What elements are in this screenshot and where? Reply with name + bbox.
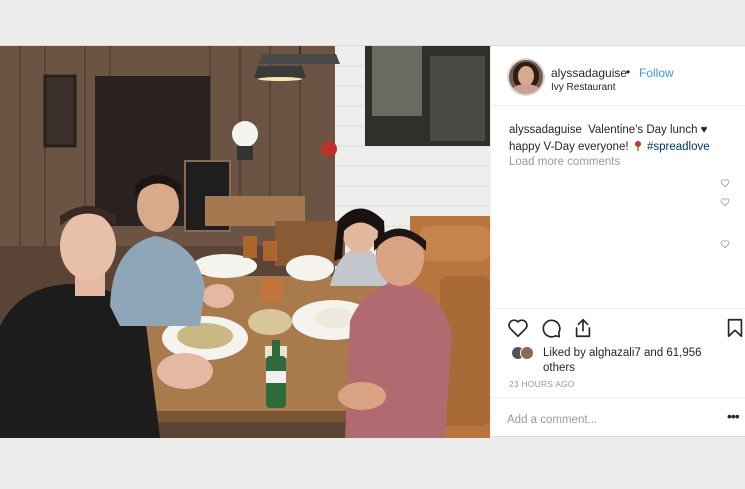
post-sidebar: alyssadaguise • Follow Ivy Restaurant al… <box>490 46 745 438</box>
post-actions: Liked by alghazali7 and 61,956 others 23… <box>491 308 745 438</box>
post-header: alyssadaguise • Follow Ivy Restaurant <box>491 46 745 106</box>
comment-like-heart-icon[interactable] <box>720 197 730 207</box>
location-link[interactable]: Ivy Restaurant <box>551 82 615 93</box>
caption-hashtag[interactable]: #spreadlove <box>647 141 710 153</box>
restaurant-photo <box>0 46 490 438</box>
avatar[interactable] <box>507 58 545 96</box>
likes-summary[interactable]: Liked by alghazali7 and 61,956 others <box>509 345 739 374</box>
more-options-button[interactable]: ••• <box>727 408 740 424</box>
follow-separator: • <box>626 65 631 79</box>
comment-box: ••• <box>491 397 745 439</box>
avatar-face <box>518 66 534 86</box>
comment-like-heart-icon[interactable] <box>720 239 730 249</box>
avatar-body <box>511 84 541 94</box>
heart-icon[interactable] <box>507 317 529 339</box>
comment-input[interactable] <box>507 411 707 429</box>
liker-avatar <box>520 346 534 360</box>
rose-icon <box>634 141 641 151</box>
comment-icon[interactable] <box>540 317 562 339</box>
author-username[interactable]: alyssadaguise <box>551 66 627 80</box>
share-icon[interactable] <box>572 317 594 339</box>
post-photo[interactable] <box>0 46 490 438</box>
caption-username[interactable]: alyssadaguise <box>509 124 582 136</box>
instagram-post: alyssadaguise • Follow Ivy Restaurant al… <box>0 45 745 438</box>
follow-button[interactable]: Follow <box>639 66 674 80</box>
load-more-comments-button[interactable]: Load more comments <box>509 156 620 168</box>
caption: alyssadaguise Valentine's Day lunch ♥ ha… <box>509 122 735 156</box>
bookmark-icon[interactable] <box>724 317 745 339</box>
post-timestamp[interactable]: 23 HOURS AGO <box>509 379 575 389</box>
likes-text: Liked by alghazali7 and 61,956 others <box>543 347 702 374</box>
comment-like-heart-icon[interactable] <box>720 178 730 188</box>
